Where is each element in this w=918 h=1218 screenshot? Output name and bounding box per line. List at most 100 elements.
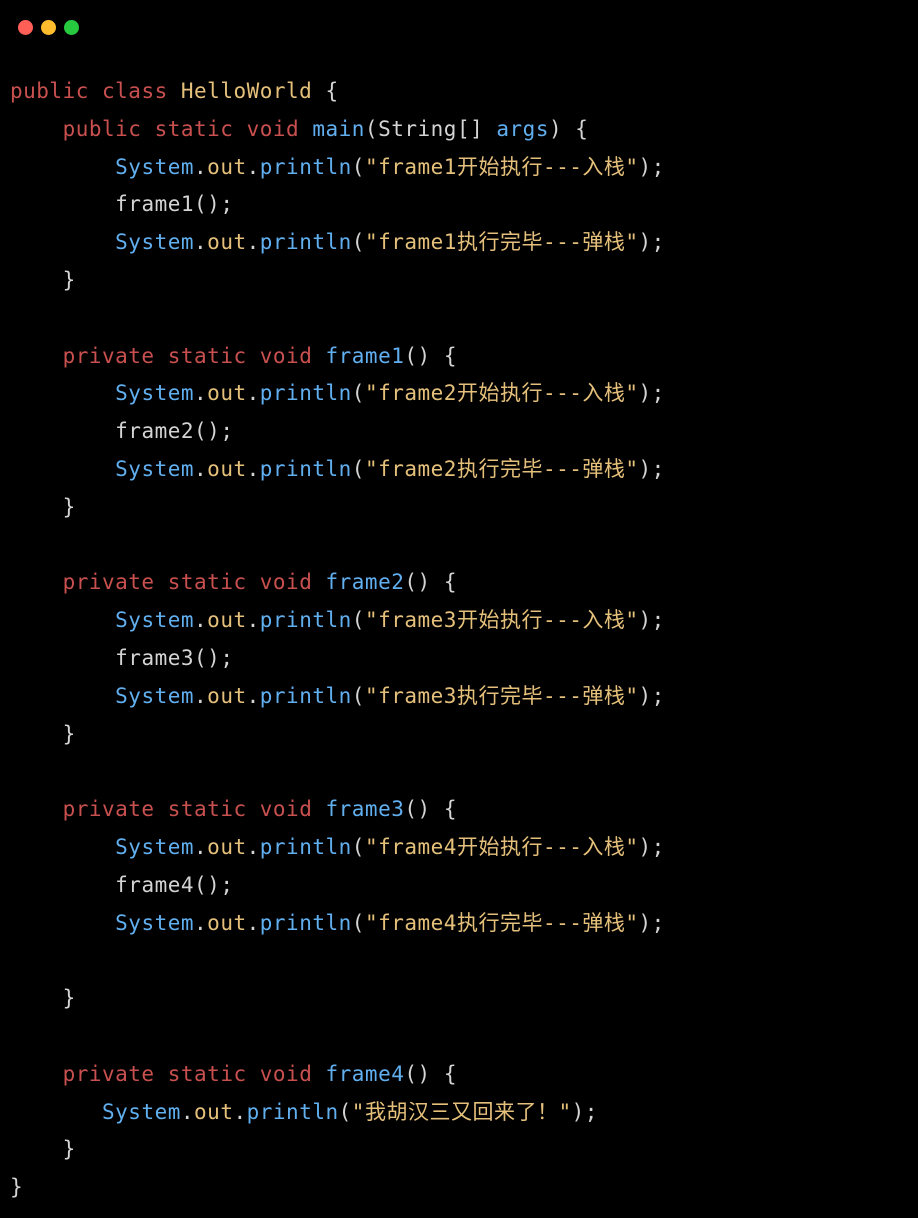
paren-close: ): [639, 457, 652, 481]
ident-system: System: [102, 1100, 181, 1124]
semicolon: ;: [220, 646, 233, 670]
field-out: out: [194, 1100, 233, 1124]
brace-close: }: [63, 1137, 76, 1161]
window-titlebar: [0, 0, 918, 45]
keyword-void: void: [247, 117, 300, 141]
paren-open: (: [352, 608, 365, 632]
keyword-private: private: [63, 344, 155, 368]
string-literal: "frame1执行完毕---弹栈": [365, 230, 639, 254]
dot: .: [181, 1100, 194, 1124]
keyword-private: private: [63, 1062, 155, 1086]
ident-system: System: [115, 608, 194, 632]
brace-close: }: [10, 1175, 23, 1199]
paren-close: ): [639, 230, 652, 254]
brace-close: }: [63, 495, 76, 519]
minimize-icon[interactable]: [41, 20, 56, 35]
dot: .: [194, 457, 207, 481]
field-out: out: [207, 608, 246, 632]
dot: .: [247, 608, 260, 632]
brace-open: {: [444, 797, 457, 821]
paren-close: ): [572, 1100, 585, 1124]
field-out: out: [207, 835, 246, 859]
field-out: out: [207, 230, 246, 254]
method-frame3: frame3: [326, 797, 405, 821]
string-literal: "frame2执行完毕---弹栈": [365, 457, 639, 481]
paren-open: (: [352, 230, 365, 254]
paren-close: ): [549, 117, 562, 141]
semicolon: ;: [652, 155, 665, 179]
code-content: public class HelloWorld { public static …: [0, 45, 918, 1217]
ident-system: System: [115, 835, 194, 859]
paren-open: (: [352, 381, 365, 405]
dot: .: [233, 1100, 246, 1124]
dot: .: [194, 835, 207, 859]
semicolon: ;: [652, 835, 665, 859]
method-frame2: frame2: [326, 570, 405, 594]
keyword-public: public: [10, 79, 89, 103]
parens: (): [404, 797, 430, 821]
call-frame3: frame3: [115, 646, 194, 670]
ident-system: System: [115, 457, 194, 481]
semicolon: ;: [220, 192, 233, 216]
close-icon[interactable]: [18, 20, 33, 35]
semicolon: ;: [652, 684, 665, 708]
semicolon: ;: [652, 608, 665, 632]
method-frame4: frame4: [326, 1062, 405, 1086]
ident-system: System: [115, 911, 194, 935]
dot: .: [194, 684, 207, 708]
dot: .: [194, 381, 207, 405]
method-main: main: [312, 117, 365, 141]
paren-close: ): [639, 608, 652, 632]
dot: .: [247, 457, 260, 481]
paren-close: ): [639, 911, 652, 935]
paren-close: ): [639, 155, 652, 179]
method-println: println: [260, 684, 352, 708]
string-literal: "我胡汉三又回来了！": [352, 1100, 572, 1124]
ident-system: System: [115, 684, 194, 708]
maximize-icon[interactable]: [64, 20, 79, 35]
string-literal: "frame3执行完毕---弹栈": [365, 684, 639, 708]
semicolon: ;: [585, 1100, 598, 1124]
keyword-void: void: [260, 570, 313, 594]
method-println: println: [260, 608, 352, 632]
keyword-private: private: [63, 570, 155, 594]
dot: .: [194, 911, 207, 935]
paren-open: (: [352, 457, 365, 481]
call-frame2: frame2: [115, 419, 194, 443]
ident-system: System: [115, 230, 194, 254]
keyword-static: static: [155, 117, 234, 141]
brace-open: {: [325, 79, 338, 103]
param-args: args: [496, 117, 549, 141]
dot: .: [247, 835, 260, 859]
string-literal: "frame3开始执行---入栈": [365, 608, 639, 632]
array-brackets: []: [457, 117, 483, 141]
semicolon: ;: [652, 381, 665, 405]
keyword-static: static: [168, 1062, 247, 1086]
dot: .: [194, 155, 207, 179]
field-out: out: [207, 155, 246, 179]
field-out: out: [207, 911, 246, 935]
method-frame1: frame1: [326, 344, 405, 368]
semicolon: ;: [652, 230, 665, 254]
ident-system: System: [115, 381, 194, 405]
paren-close: ): [639, 835, 652, 859]
keyword-static: static: [168, 570, 247, 594]
dot: .: [247, 155, 260, 179]
semicolon: ;: [652, 911, 665, 935]
keyword-void: void: [260, 797, 313, 821]
parens: (): [194, 192, 220, 216]
parens: (): [404, 570, 430, 594]
brace-open: {: [444, 1062, 457, 1086]
string-literal: "frame4开始执行---入栈": [365, 835, 639, 859]
paren-open: (: [352, 835, 365, 859]
method-println: println: [260, 230, 352, 254]
parens: (): [404, 1062, 430, 1086]
semicolon: ;: [220, 873, 233, 897]
field-out: out: [207, 381, 246, 405]
method-println: println: [260, 381, 352, 405]
dot: .: [247, 381, 260, 405]
dot: .: [247, 230, 260, 254]
method-println: println: [247, 1100, 339, 1124]
method-println: println: [260, 457, 352, 481]
keyword-void: void: [260, 344, 313, 368]
